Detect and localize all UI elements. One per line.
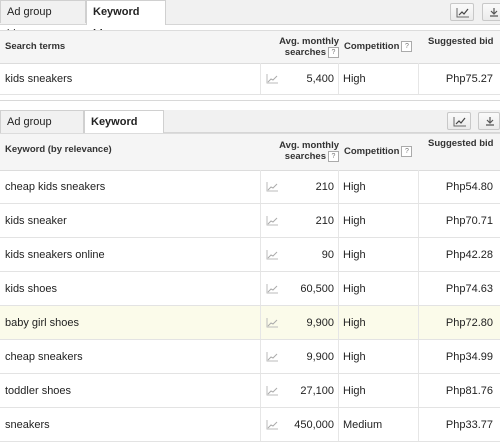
panel-divider [0, 100, 500, 101]
suggested-bid-cell: Php74.63 [418, 272, 493, 305]
trend-chart-icon[interactable] [260, 408, 284, 441]
trend-chart-icon[interactable] [260, 306, 284, 339]
competition-cell: High [343, 282, 366, 295]
download-button[interactable] [482, 3, 500, 21]
header-competition[interactable]: Competition? [344, 146, 413, 158]
suggested-bid-cell: Php33.77 [418, 408, 493, 441]
competition-cell: High [343, 350, 366, 363]
trend-chart-icon[interactable] [260, 340, 284, 373]
avg-searches-cell: 450,000 [284, 408, 339, 441]
keyword-cell: kids sneakers [5, 72, 73, 85]
download-button[interactable] [478, 112, 500, 130]
header-suggested-bid[interactable]: Suggested bid [428, 138, 493, 149]
table-row[interactable]: sneakers 450,000 Medium Php33.77 [0, 408, 500, 442]
chart-toggle-button[interactable] [447, 112, 471, 130]
header-search-terms[interactable]: Search terms [5, 41, 65, 52]
keyword-cell: kids shoes [5, 282, 57, 295]
header-suggested-bid[interactable]: Suggested bid [428, 36, 493, 47]
competition-cell: High [343, 248, 366, 261]
trend-chart-icon[interactable] [260, 272, 284, 305]
suggested-bid-cell: Php70.71 [418, 204, 493, 237]
keyword-cell: cheap sneakers [5, 350, 83, 363]
header-competition-text: Competition [344, 41, 400, 53]
trend-chart-icon[interactable] [260, 170, 284, 203]
line-chart-icon [456, 8, 469, 18]
avg-searches-cell: 210 [284, 204, 339, 237]
header-avg-line1: Avg. monthly [279, 36, 339, 47]
top-table-header: Search terms Avg. monthly searches? Comp… [0, 30, 500, 64]
header-avg-line2-text: searches [284, 151, 326, 163]
trend-chart-icon[interactable] [260, 63, 284, 94]
suggested-bid-cell: Php42.28 [418, 238, 493, 271]
bottom-table-header: Keyword (by relevance) Avg. monthly sear… [0, 133, 500, 171]
download-icon [490, 8, 498, 17]
avg-searches-cell: 60,500 [284, 272, 339, 305]
header-avg-monthly-searches[interactable]: Avg. monthly searches? [263, 36, 339, 58]
table-row-highlighted[interactable]: baby girl shoes 9,900 High Php72.80 [0, 306, 500, 340]
help-icon[interactable]: ? [401, 41, 413, 52]
header-competition[interactable]: Competition? [344, 41, 413, 53]
keyword-cell: kids sneakers online [5, 248, 105, 261]
avg-searches-cell: 90 [284, 238, 339, 271]
suggested-bid-cell: Php34.99 [418, 340, 493, 373]
trend-chart-icon[interactable] [260, 238, 284, 271]
table-row[interactable]: kids sneaker 210 High Php70.71 [0, 204, 500, 238]
suggested-bid-cell: Php81.76 [418, 374, 493, 407]
avg-searches-cell: 9,900 [284, 306, 339, 339]
avg-searches-cell: 27,100 [284, 374, 339, 407]
competition-cell: High [343, 180, 366, 193]
header-competition-text: Competition [344, 146, 400, 158]
competition-cell: High [343, 384, 366, 397]
suggested-bid-cell: Php54.80 [418, 170, 493, 203]
top-tab-bar: Ad group ideas Keyword ideas [0, 0, 500, 40]
competition-cell: High [343, 316, 366, 329]
top-keyword-panel: Ad group ideas Keyword ideas Search term… [0, 0, 500, 96]
avg-searches-cell: 210 [284, 170, 339, 203]
header-avg-line1: Avg. monthly [279, 140, 339, 151]
bottom-keyword-panel: Ad group ideas Keyword ideas Keyword (by… [0, 106, 500, 442]
tab-keyword-ideas[interactable]: Keyword ideas [86, 0, 166, 40]
avg-searches-cell: 5,400 [284, 63, 339, 94]
line-chart-icon [453, 117, 466, 127]
download-icon [486, 117, 494, 126]
trend-chart-icon[interactable] [260, 374, 284, 407]
keyword-cell: toddler shoes [5, 384, 72, 397]
suggested-bid-cell: Php75.27 [418, 63, 493, 94]
header-avg-monthly-searches[interactable]: Avg. monthly searches? [263, 140, 339, 162]
table-row[interactable]: kids sneakers online 90 High Php42.28 [0, 238, 500, 272]
tab-ad-group-ideas[interactable]: Ad group ideas [0, 0, 86, 40]
trend-chart-icon[interactable] [260, 204, 284, 237]
table-row: kids sneakers 5,400 High Php75.27 [0, 63, 500, 95]
table-row[interactable]: cheap kids sneakers 210 High Php54.80 [0, 170, 500, 204]
table-row[interactable]: kids shoes 60,500 High Php74.63 [0, 272, 500, 306]
table-row[interactable]: toddler shoes 27,100 High Php81.76 [0, 374, 500, 408]
table-row[interactable]: cheap sneakers 9,900 High Php34.99 [0, 340, 500, 374]
tab-keyword-ideas[interactable]: Keyword ideas [84, 110, 164, 150]
help-icon[interactable]: ? [328, 151, 339, 162]
tab-ad-group-ideas[interactable]: Ad group ideas [0, 110, 84, 150]
competition-cell: High [343, 214, 366, 227]
header-keyword-by-relevance[interactable]: Keyword (by relevance) [5, 144, 112, 155]
chart-toggle-button[interactable] [450, 3, 474, 21]
help-icon[interactable]: ? [401, 146, 413, 157]
competition-cell: Medium [343, 418, 383, 431]
keyword-cell: sneakers [5, 418, 50, 431]
avg-searches-cell: 9,900 [284, 340, 339, 373]
header-avg-line2: searches? [263, 47, 339, 58]
competition-cell: High [343, 72, 366, 85]
header-avg-line2-text: searches [284, 47, 326, 59]
keyword-cell: baby girl shoes [5, 316, 79, 329]
bottom-tab-bar: Ad group ideas Keyword ideas [0, 110, 500, 150]
keyword-cell: cheap kids sneakers [5, 180, 106, 193]
suggested-bid-cell: Php72.80 [418, 306, 493, 339]
help-icon[interactable]: ? [328, 47, 339, 58]
keyword-cell: kids sneaker [5, 214, 67, 227]
header-avg-line2: searches? [263, 151, 339, 162]
